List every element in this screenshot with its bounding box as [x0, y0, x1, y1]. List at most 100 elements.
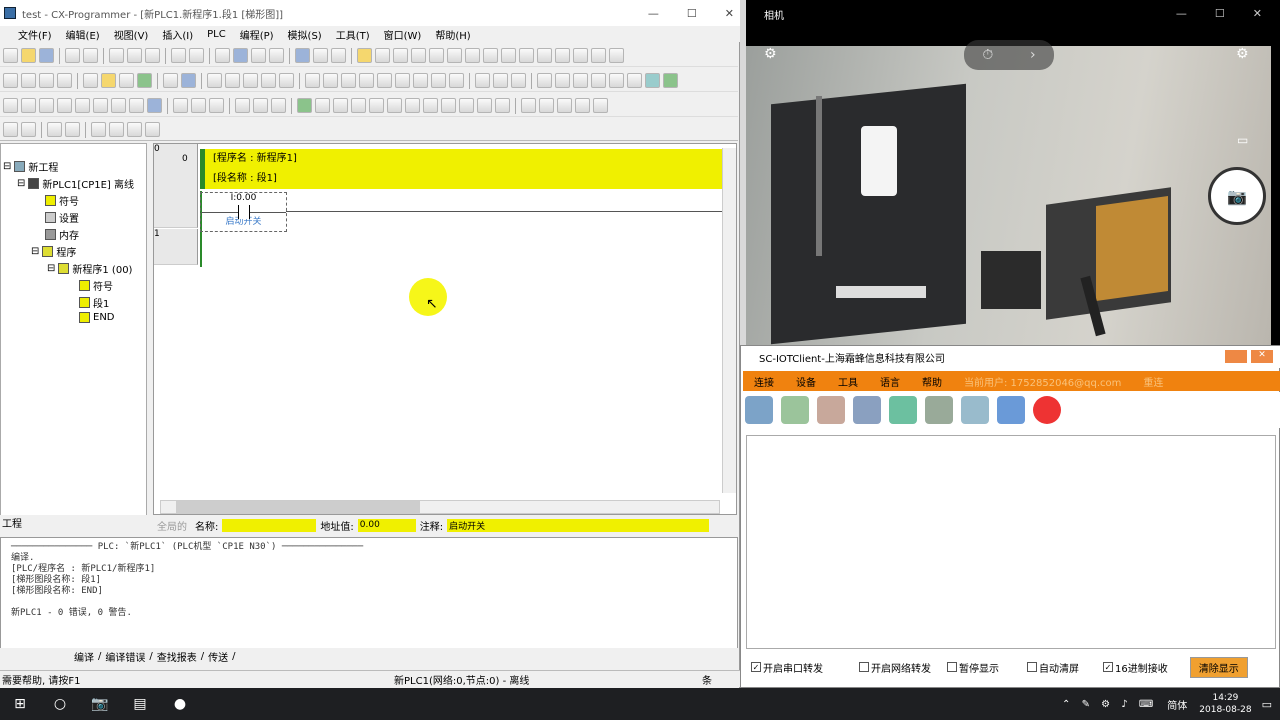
minimize-icon[interactable] [1225, 350, 1247, 363]
cancel-edit-icon[interactable] [493, 73, 508, 88]
sim-pause-icon[interactable] [405, 98, 420, 113]
tree-node-memory[interactable]: 内存 [45, 227, 79, 242]
hline-icon[interactable] [323, 73, 338, 88]
sim-online-icon[interactable] [297, 98, 312, 113]
add-device-icon[interactable] [781, 396, 809, 424]
mark-icon[interactable] [91, 122, 106, 137]
start-windows-icon[interactable]: ⊞ [0, 688, 40, 720]
hscroll-thumb[interactable] [176, 501, 420, 513]
input-language[interactable]: 简体 [1167, 697, 1187, 712]
sim-icon[interactable] [315, 98, 330, 113]
window-a-icon[interactable] [521, 98, 536, 113]
differential-icon[interactable] [627, 73, 642, 88]
sim-end-icon[interactable] [495, 98, 510, 113]
video-mode-icon[interactable]: ▭ [1237, 133, 1248, 147]
cut-icon[interactable] [109, 48, 124, 63]
comment-icon[interactable] [101, 73, 116, 88]
grid-icon[interactable] [83, 73, 98, 88]
cross-ref-icon[interactable] [269, 48, 284, 63]
tree-node-settings[interactable]: 设置 [45, 210, 79, 225]
tree-tab-project[interactable]: 工程 [0, 515, 147, 530]
hex-10-icon[interactable] [173, 98, 188, 113]
align2-icon[interactable] [65, 122, 80, 137]
no-contact-icon[interactable] [225, 73, 240, 88]
timer-icon[interactable]: ⏱ [982, 47, 993, 63]
ladder-icon[interactable] [137, 73, 152, 88]
copy-icon[interactable] [127, 48, 142, 63]
zoom-in-icon[interactable] [3, 73, 18, 88]
compile-all-icon[interactable] [253, 98, 268, 113]
transfer-edit-icon[interactable] [511, 73, 526, 88]
network-icon[interactable] [745, 396, 773, 424]
transfer-icon[interactable] [465, 48, 480, 63]
camera-app-icon[interactable]: 📷 [80, 688, 120, 720]
hex-16-icon[interactable] [191, 98, 206, 113]
settings-icon[interactable] [573, 48, 588, 63]
tree-node-programs[interactable]: ⊟ 程序 [31, 244, 76, 259]
maximize-icon[interactable]: ☐ [1215, 7, 1225, 20]
window-b-icon[interactable] [539, 98, 554, 113]
minimize-icon[interactable]: — [648, 7, 659, 20]
checkbox-box[interactable]: ✓ [1103, 662, 1113, 672]
menu-plc[interactable]: PLC [207, 29, 226, 40]
tab-compile[interactable]: 编译 [74, 649, 94, 664]
network-forward-checkbox[interactable]: 开启网络转发 [859, 660, 931, 675]
notification-icon[interactable]: ▭ [1262, 698, 1272, 711]
monitor-icon[interactable] [411, 48, 426, 63]
window-c-icon[interactable] [557, 98, 572, 113]
transfer-icon[interactable] [961, 396, 989, 424]
pause-display-checkbox[interactable]: 暂停显示 [947, 660, 999, 675]
name-field[interactable] [222, 518, 317, 532]
nc-contact-icon[interactable] [243, 73, 258, 88]
run-icon[interactable] [429, 48, 444, 63]
camera-settings-left-icon[interactable]: ⚙ [764, 46, 777, 62]
checkbox-box[interactable] [859, 662, 869, 672]
comment-field[interactable]: 启动开关 [447, 518, 710, 532]
print-icon[interactable] [65, 48, 80, 63]
checkbox-box[interactable] [947, 662, 957, 672]
io-table-icon[interactable] [93, 98, 108, 113]
force-on-icon[interactable] [537, 73, 552, 88]
remove-device-icon[interactable] [817, 396, 845, 424]
tab-transfer[interactable]: 传送 [208, 649, 228, 664]
check-icon[interactable] [271, 98, 286, 113]
indent-icon[interactable] [3, 122, 18, 137]
replace-icon[interactable] [233, 48, 248, 63]
menu-tools[interactable]: 工具(T) [336, 27, 370, 42]
hex-32-icon[interactable] [209, 98, 224, 113]
minimize-icon[interactable]: — [1176, 7, 1187, 20]
hex-receive-checkbox[interactable]: ✓ 16进制接收 [1103, 660, 1168, 675]
undo-icon[interactable] [171, 48, 186, 63]
close-icon[interactable]: ✕ [725, 7, 734, 20]
settings-add-icon[interactable] [925, 396, 953, 424]
sim-continuous-icon[interactable] [477, 98, 492, 113]
coil-icon[interactable] [341, 73, 356, 88]
menu-edit[interactable]: 编辑(E) [66, 27, 100, 42]
or-nc-icon[interactable] [279, 73, 294, 88]
scan-icon[interactable] [853, 396, 881, 424]
menu-program[interactable]: 编程(P) [240, 27, 274, 42]
save-icon[interactable] [39, 48, 54, 63]
search-circle-icon[interactable]: ○ [40, 688, 80, 720]
zoom-out-icon[interactable] [21, 73, 36, 88]
project-icon[interactable] [3, 98, 18, 113]
select-icon[interactable] [207, 73, 222, 88]
menu-help[interactable]: 帮助(H) [435, 27, 470, 42]
iot-menu-language[interactable]: 语言 [869, 374, 911, 389]
menu-file[interactable]: 文件(F) [18, 27, 52, 42]
align-icon[interactable] [47, 122, 62, 137]
tab-find-report[interactable]: 查找报表 [157, 649, 197, 664]
address-field[interactable]: 0.00 [357, 518, 416, 532]
compare-icon[interactable] [483, 48, 498, 63]
watch-icon[interactable] [663, 73, 678, 88]
info-icon[interactable] [295, 48, 310, 63]
symbol-icon[interactable] [181, 73, 196, 88]
force-off-icon[interactable] [555, 73, 570, 88]
or-no-icon[interactable] [261, 73, 276, 88]
falling-icon[interactable] [413, 73, 428, 88]
list-icon[interactable] [119, 73, 134, 88]
watch-window-icon[interactable] [39, 98, 54, 113]
online-icon[interactable] [375, 48, 390, 63]
contact-input[interactable]: I:0.00 启动开关 [200, 192, 287, 232]
address-ref-icon[interactable] [57, 98, 72, 113]
